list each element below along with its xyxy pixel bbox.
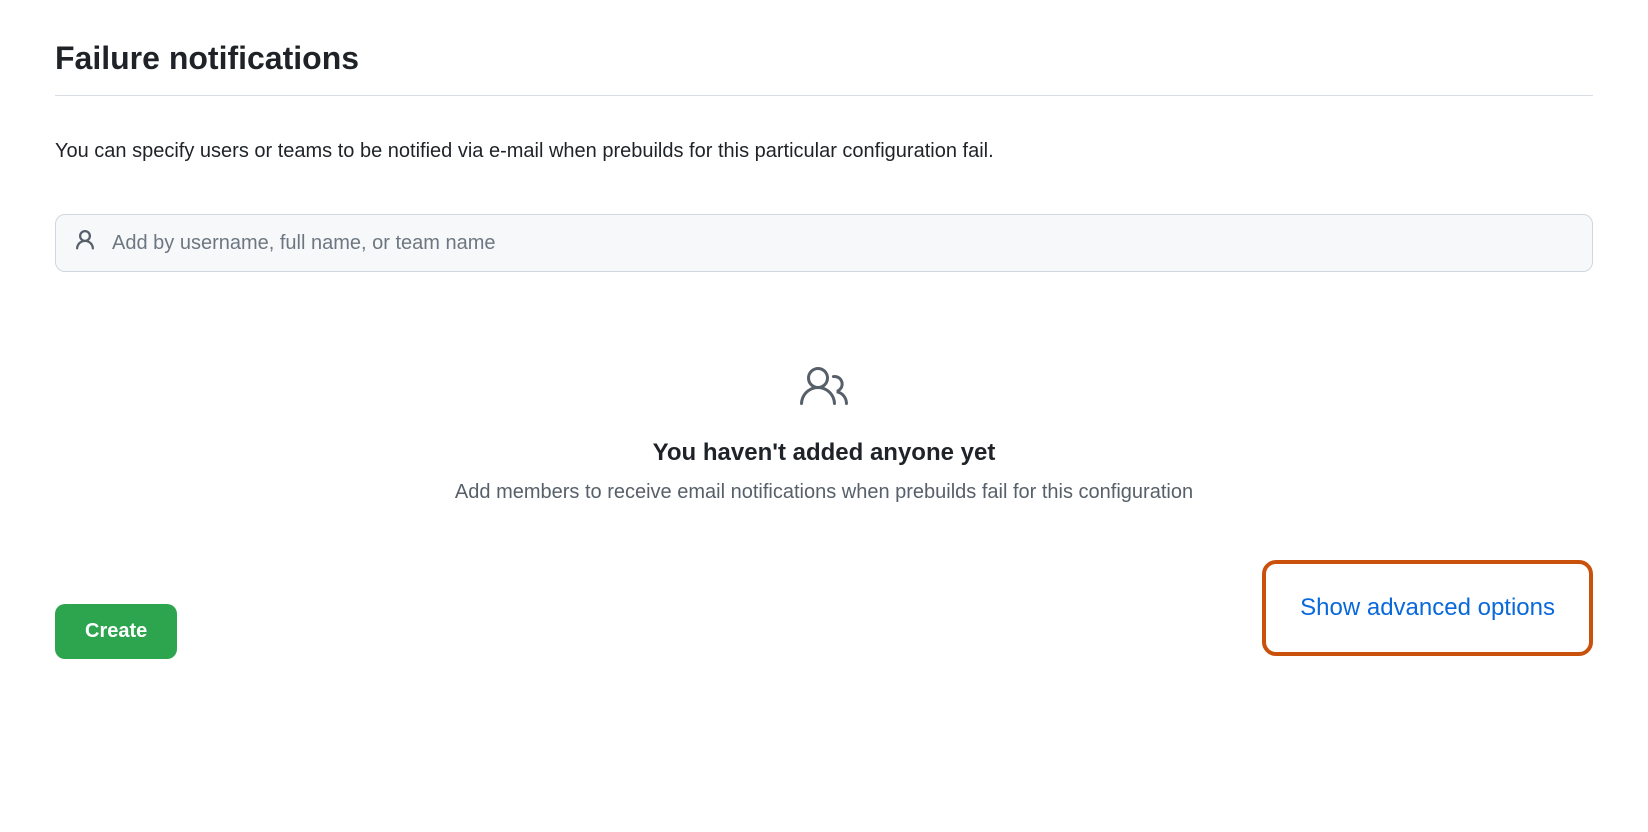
advanced-link-highlight: Show advanced options: [1262, 560, 1593, 656]
description-text: You can specify users or teams to be not…: [55, 136, 1593, 166]
footer-row: Create Show advanced options: [55, 604, 1593, 659]
people-icon: [800, 362, 848, 415]
show-advanced-options-link[interactable]: Show advanced options: [1300, 594, 1555, 621]
create-button[interactable]: Create: [55, 604, 177, 659]
search-wrapper: [55, 214, 1593, 272]
empty-state: You haven't added anyone yet Add members…: [55, 362, 1593, 504]
add-user-input[interactable]: [55, 214, 1593, 272]
empty-state-title: You haven't added anyone yet: [55, 439, 1593, 467]
section-title: Failure notifications: [55, 40, 1593, 77]
divider: [55, 95, 1593, 96]
empty-state-subtitle: Add members to receive email notificatio…: [55, 481, 1593, 504]
